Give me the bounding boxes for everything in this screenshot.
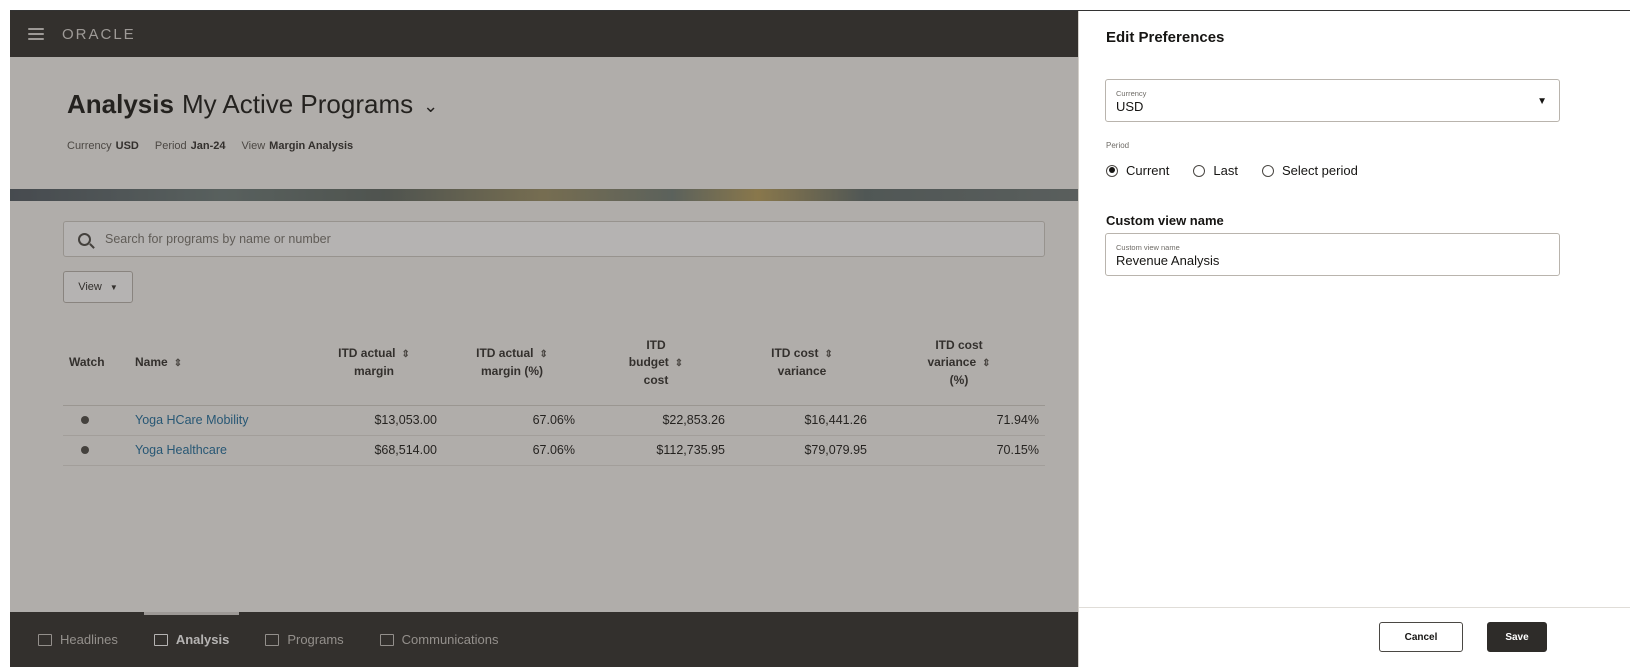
col-itd-budget-cost[interactable]: ITD budget ⇕ cost [581,321,731,406]
top-bar: ORACLE [10,11,1078,57]
nav-programs-label: Programs [287,632,344,647]
table-row: Yoga Healthcare $68,514.00 67.06% $112,7… [63,435,1045,466]
save-button[interactable]: Save [1487,622,1547,652]
col-name[interactable]: Name ⇕ [129,321,305,406]
chart-icon [153,633,168,646]
decorative-banner [10,189,1078,201]
period-label: Period [1106,141,1130,150]
message-icon [379,633,394,646]
search-icon [78,232,91,246]
bottom-navigation: Headlines Analysis Programs Communicatio… [10,612,1078,667]
cell-variance-pct: 71.94% [873,405,1045,436]
radio-unchecked-icon[interactable] [1261,164,1274,177]
oracle-logo: ORACLE [62,25,136,43]
page-title-bold: Analysis [67,89,174,119]
sort-icon[interactable]: ⇕ [982,358,990,369]
watch-eye-icon[interactable] [81,446,89,454]
col-itd-cost-variance[interactable]: ITD cost ⇕ variance [731,321,873,406]
programs-table: Watch Name ⇕ ITD actual ⇕ margin ITD actual… [63,321,1045,466]
radio-select-period[interactable]: Select period [1261,163,1358,178]
caret-down-icon[interactable]: ▼ [1537,96,1547,107]
sort-icon[interactable]: ⇕ [824,349,832,360]
search-input[interactable]: Search for programs by name or number [63,221,1045,257]
cancel-button[interactable]: Cancel [1379,622,1463,652]
watch-cell [63,435,129,466]
radio-unchecked-icon[interactable] [1193,164,1206,177]
table-row: Yoga HCare Mobility $13,053.00 67.06% $2… [63,405,1045,436]
search-placeholder: Search for programs by name or number [105,232,331,246]
radio-current[interactable]: Current [1106,163,1169,178]
custom-view-label: Custom view name [1116,243,1180,252]
cell-margin: $68,514.00 [305,435,443,466]
page-meta: Currency USD Period Jan-24 View Margin Anal… [67,140,1078,152]
page-title-view: My Active Programs [181,89,414,119]
main-app: ORACLE Analysis My Active Programs ⌄ Cur… [10,11,1078,667]
radio-last[interactable]: Last [1193,163,1238,178]
currency-select[interactable]: Currency USD ▼ [1105,79,1560,122]
nav-headlines-label: Headlines [60,632,118,647]
currency-label: Currency [1116,89,1147,98]
custom-view-name-input[interactable]: Custom view name Revenue Analysis [1105,233,1560,276]
currency-value: USD [1116,99,1144,114]
page-title[interactable]: Analysis My Active Programs ⌄ [67,89,1078,120]
watch-cell [63,405,129,436]
cell-margin-pct: 67.06% [443,405,581,436]
content-area: Search for programs by name or number Vi… [10,201,1078,466]
chevron-down-icon[interactable]: ⌄ [423,96,438,117]
meta-currency: Currency USD [67,140,139,152]
meta-period: Period Jan-24 [154,140,226,152]
radio-last-label: Last [1213,163,1238,178]
period-radio-group: Current Last Select period [1106,163,1358,178]
table-header-row: Watch Name ⇕ ITD actual ⇕ margin ITD actual… [63,321,1045,406]
meta-view: View Margin Analysis [241,140,354,152]
view-button-label: View [78,281,102,293]
program-name-link[interactable]: Yoga Healthcare [129,435,305,466]
nav-communications[interactable]: Communications [379,612,499,667]
col-itd-cost-variance-pct[interactable]: ITD cost variance ⇕ (%) [873,321,1045,406]
cell-variance: $79,079.95 [731,435,873,466]
nav-communications-label: Communications [401,632,499,647]
headlines-icon [38,633,52,646]
nav-programs[interactable]: Programs [265,612,344,667]
drawer-footer: Cancel Save [1079,607,1630,667]
cell-budget: $112,735.95 [581,435,731,466]
radio-select-period-label: Select period [1281,163,1358,178]
nav-analysis[interactable]: Analysis [143,612,240,667]
cell-margin: $13,053.00 [305,405,443,436]
view-menu-button[interactable]: View ▼ [63,271,133,303]
hamburger-menu-icon[interactable] [28,28,44,40]
cell-variance: $16,441.26 [731,405,873,436]
radio-current-label: Current [1126,163,1170,178]
page-header: Analysis My Active Programs ⌄ Currency US… [10,57,1078,189]
custom-view-heading: Custom view name [1106,213,1224,228]
custom-view-value[interactable]: Revenue Analysis [1116,253,1549,268]
watch-eye-icon[interactable] [81,416,89,424]
cell-margin-pct: 67.06% [443,435,581,466]
sort-icon[interactable]: ⇕ [539,349,547,360]
radio-checked-icon[interactable] [1106,164,1118,177]
sort-icon[interactable]: ⇕ [174,358,182,369]
cell-variance-pct: 70.15% [873,435,1045,466]
cell-budget: $22,853.26 [581,405,731,436]
grid-icon [265,633,280,646]
nav-analysis-label: Analysis [175,632,230,647]
edit-preferences-drawer: Edit Preferences Currency USD ▼ Period C… [1078,11,1630,667]
col-watch: Watch [63,321,129,406]
col-itd-actual-margin[interactable]: ITD actual ⇕ margin [305,321,443,406]
caret-down-icon: ▼ [109,282,118,292]
sort-icon[interactable]: ⇕ [401,349,409,360]
program-name-link[interactable]: Yoga HCare Mobility [129,405,305,436]
col-itd-actual-margin-pct[interactable]: ITD actual ⇕ margin (%) [443,321,581,406]
nav-headlines[interactable]: Headlines [38,612,118,667]
sort-icon[interactable]: ⇕ [675,358,683,369]
drawer-title: Edit Preferences [1106,29,1225,46]
